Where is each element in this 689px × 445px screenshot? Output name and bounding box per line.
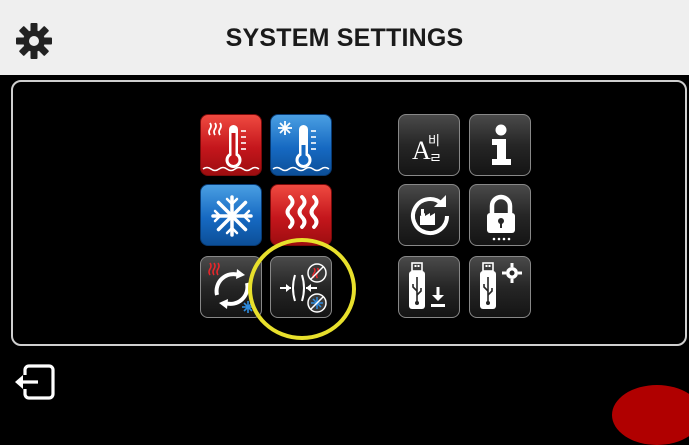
heat-waves-icon [285,195,319,229]
cooling-mode-tile[interactable] [200,184,262,246]
factory-reset-tile[interactable] [398,184,460,246]
corner-accent [612,385,689,445]
auto-changeover-tile[interactable] [200,256,262,318]
factory-reset-icon [411,195,449,236]
exit-icon[interactable] [12,363,56,401]
heating-setpoint-tile[interactable] [200,114,262,176]
usb-download-tile[interactable] [398,256,460,318]
settings-panel [11,80,687,346]
svg-text:ㄹ: ㄹ [429,151,442,167]
deadband-icon [280,263,327,313]
cold-thermometer-icon [272,121,330,172]
lock-icon [487,194,515,241]
deadband-tile[interactable] [270,256,332,318]
usb-settings-icon [480,262,522,309]
heat-thermometer-icon [202,122,260,172]
usb-settings-tile[interactable] [469,256,531,318]
heating-mode-tile[interactable] [270,184,332,246]
info-tile[interactable] [469,114,531,176]
svg-text:비: 비 [428,134,440,149]
language-icon: A 비 ㄹ [412,134,442,167]
lock-tile[interactable] [469,184,531,246]
snowflake-icon [211,195,253,237]
language-tile[interactable]: A 비 ㄹ [398,114,460,176]
heat-cool-cycle-icon [208,262,254,313]
page-title: SYSTEM SETTINGS [225,24,464,52]
usb-download-icon [409,262,445,309]
info-icon [492,124,511,165]
cooling-setpoint-tile[interactable] [270,114,332,176]
header-bar: SYSTEM SETTINGS [0,0,689,75]
